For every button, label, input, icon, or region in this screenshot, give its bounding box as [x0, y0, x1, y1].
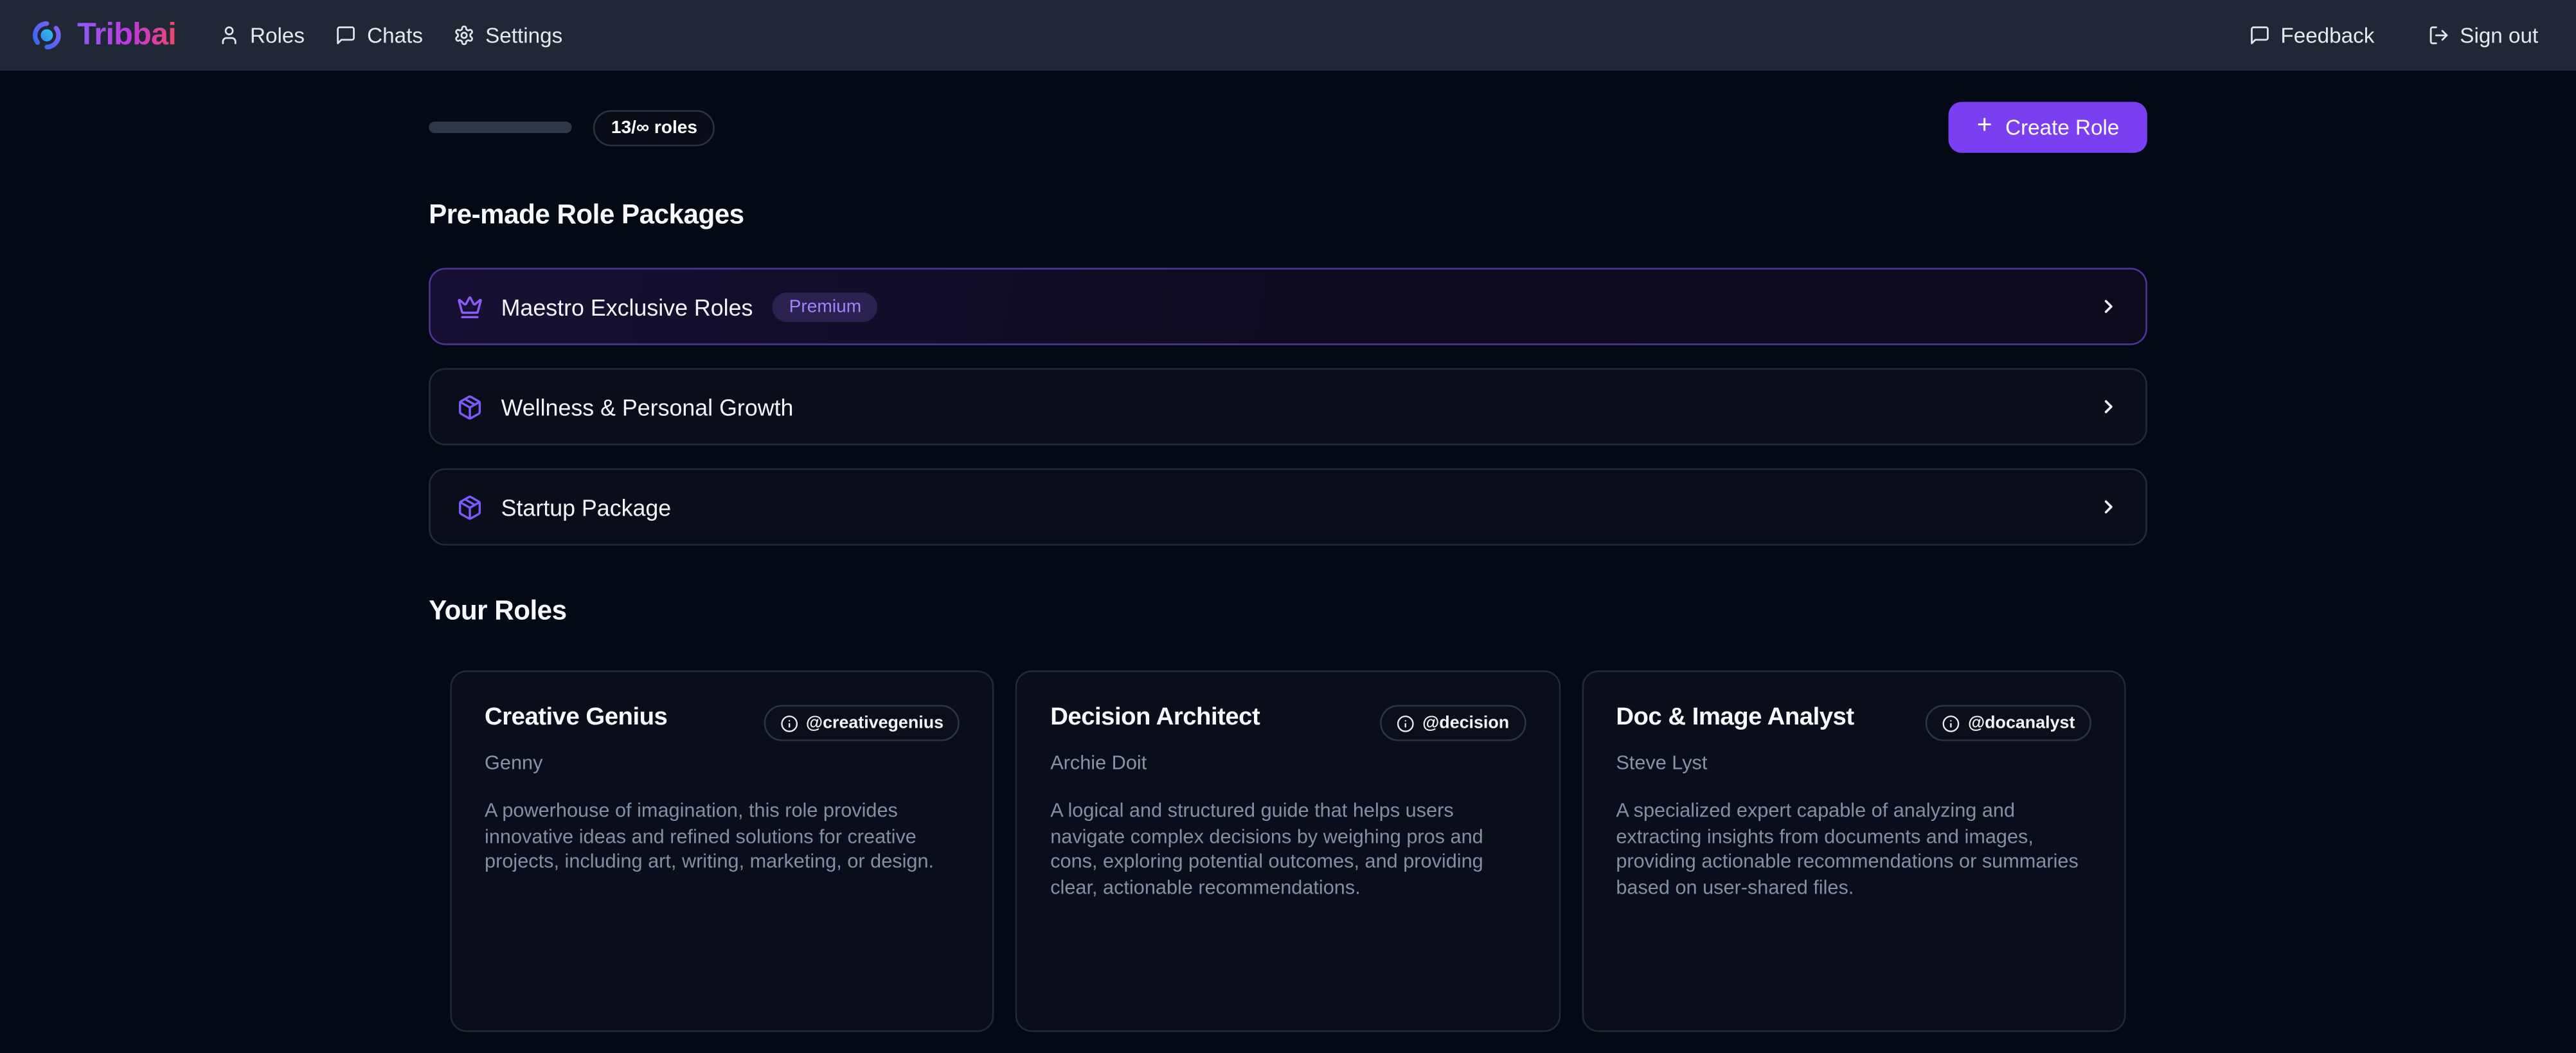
info-icon: [1942, 714, 1960, 732]
package-list: Maestro Exclusive Roles Premium Welln: [429, 268, 2147, 546]
chevron-right-icon: [2098, 296, 2119, 317]
premium-badge: Premium: [773, 292, 878, 321]
package-row-startup[interactable]: Startup Package: [429, 468, 2147, 545]
chevron-right-icon: [2098, 496, 2119, 518]
primary-nav: Roles Chats Settings: [219, 23, 593, 48]
brand-home-link[interactable]: Tribbai: [31, 17, 176, 53]
roles-toolbar: 13/∞ roles + Create Role: [429, 102, 2147, 152]
role-title: Creative Genius: [485, 703, 667, 731]
role-description: A logical and structured guide that help…: [1050, 798, 1526, 902]
brand-name: Tribbai: [77, 17, 176, 53]
crown-icon: [457, 293, 483, 320]
role-handle-badge[interactable]: @docanalyst: [1926, 705, 2091, 741]
plus-icon: +: [1977, 113, 1992, 140]
role-handle: @decision: [1422, 713, 1509, 733]
nav-item-label: Settings: [485, 23, 562, 48]
message-square-icon: [336, 24, 357, 46]
role-subtitle: Archie Doit: [1050, 751, 1526, 774]
package-icon: [457, 494, 483, 520]
nav-item-label: Roles: [250, 23, 305, 48]
package-title: Wellness & Personal Growth: [501, 393, 794, 420]
card-header: Creative Genius @creativegenius: [485, 703, 960, 741]
card-header: Doc & Image Analyst @docanalyst: [1616, 703, 2091, 741]
role-description: A powerhouse of imagination, this role p…: [485, 798, 960, 876]
chevron-right-icon: [2098, 396, 2119, 417]
nav-item-chats[interactable]: Chats: [336, 23, 423, 48]
role-description: A specialized expert capable of analyzin…: [1616, 798, 2091, 902]
info-icon: [1396, 714, 1414, 732]
your-roles-heading: Your Roles: [429, 597, 2147, 628]
role-handle: @creativegenius: [806, 713, 944, 733]
feedback-button[interactable]: Feedback: [2250, 23, 2375, 48]
info-icon: [780, 714, 798, 732]
app-root: Tribbai Roles Chats: [0, 0, 2576, 1053]
packages-heading: Pre-made Role Packages: [429, 201, 2147, 232]
role-title: Doc & Image Analyst: [1616, 703, 1854, 731]
role-handle-badge[interactable]: @decision: [1380, 705, 1526, 741]
user-icon: [219, 24, 240, 46]
roles-usage-badge: 13/∞ roles: [593, 109, 715, 145]
create-role-label: Create Role: [2005, 115, 2119, 140]
card-header: Decision Architect @decision: [1050, 703, 1526, 741]
role-handle-badge[interactable]: @creativegenius: [763, 705, 960, 741]
role-cards-grid: Creative Genius @creativegenius Genny A …: [450, 670, 2125, 1032]
nav-item-roles[interactable]: Roles: [219, 23, 305, 48]
sign-out-label: Sign out: [2460, 23, 2538, 48]
role-subtitle: Steve Lyst: [1616, 751, 2091, 774]
gear-icon: [454, 24, 476, 46]
tribbai-logo-icon: [31, 20, 63, 51]
role-card-decision-architect[interactable]: Decision Architect @decision Archie Doit…: [1016, 670, 1561, 1032]
feedback-label: Feedback: [2280, 23, 2374, 48]
log-out-icon: [2429, 24, 2450, 46]
package-title: Startup Package: [501, 494, 672, 520]
role-handle: @docanalyst: [1968, 713, 2075, 733]
package-title: Maestro Exclusive Roles: [501, 293, 753, 320]
package-icon: [457, 393, 483, 420]
nav-item-label: Chats: [367, 23, 423, 48]
role-subtitle: Genny: [485, 751, 960, 774]
role-card-creative-genius[interactable]: Creative Genius @creativegenius Genny A …: [450, 670, 994, 1032]
navbar: Tribbai Roles Chats: [0, 0, 2576, 71]
package-row-wellness[interactable]: Wellness & Personal Growth: [429, 368, 2147, 446]
create-role-button[interactable]: + Create Role: [1949, 102, 2147, 152]
nav-item-settings[interactable]: Settings: [454, 23, 563, 48]
sign-out-button[interactable]: Sign out: [2429, 23, 2539, 48]
role-title: Decision Architect: [1050, 703, 1260, 731]
package-row-maestro[interactable]: Maestro Exclusive Roles Premium: [429, 268, 2147, 345]
role-card-doc-image-analyst[interactable]: Doc & Image Analyst @docanalyst Steve Ly…: [1582, 670, 2126, 1032]
main-content: 13/∞ roles + Create Role Pre-made Role P…: [429, 102, 2147, 1053]
nav-right: Feedback Sign out: [2250, 23, 2538, 48]
roles-usage-progressbar: [429, 122, 571, 133]
message-square-icon: [2250, 24, 2271, 46]
